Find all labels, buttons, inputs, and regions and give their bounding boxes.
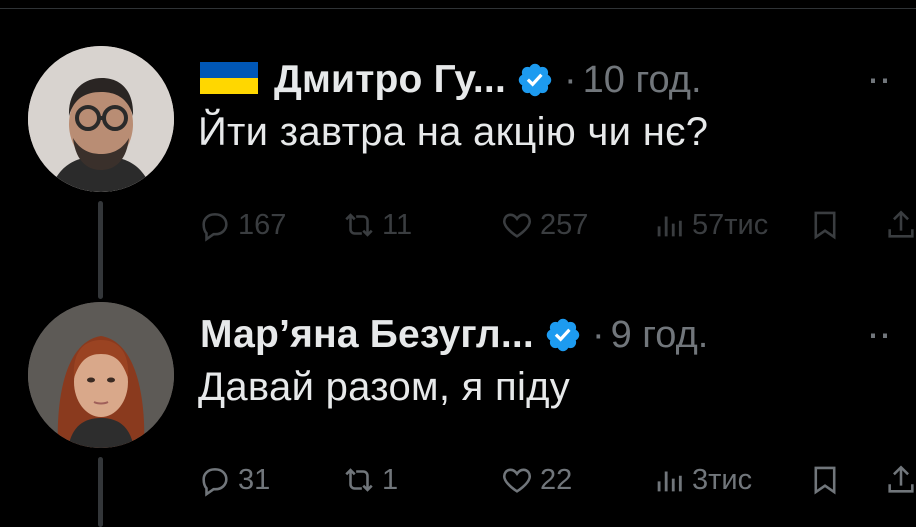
top-divider — [0, 8, 916, 9]
header-separator: · — [563, 58, 577, 101]
reply-button[interactable]: 31 — [198, 455, 270, 505]
more-icon[interactable]: ·· — [866, 54, 916, 106]
tweet[interactable]: Мар’яна Безугл... · 9 год. ·· Давай разо… — [0, 265, 916, 527]
retweet-button[interactable]: 1 — [342, 455, 398, 505]
avatar-image-man — [28, 46, 174, 192]
avatar[interactable] — [28, 46, 174, 192]
reply-icon — [202, 468, 228, 497]
more-icon[interactable]: ·· — [866, 309, 916, 361]
author-name[interactable]: Мар’яна Безугл... — [200, 313, 534, 357]
tweet-header: Мар’яна Безугл... · 9 год. — [200, 309, 708, 361]
retweet-count: 1 — [382, 463, 399, 496]
tweet-text: Давай разом, я піду — [198, 365, 571, 409]
views-icon — [657, 471, 682, 492]
bookmark-button[interactable] — [808, 455, 842, 505]
tweet-text: Йти завтра на акцію чи нє? — [198, 110, 709, 154]
views-count: 57тис — [692, 208, 769, 241]
reply-button[interactable]: 167 — [198, 200, 286, 250]
reply-count: 31 — [238, 463, 271, 496]
like-count: 257 — [540, 208, 589, 241]
ukraine-flag-icon — [200, 62, 258, 94]
bookmark-icon — [814, 211, 836, 240]
views-button[interactable]: 3тис — [652, 455, 752, 505]
bookmark-icon — [814, 466, 836, 495]
retweet-icon — [345, 213, 373, 237]
like-icon — [503, 213, 531, 238]
tweet-time[interactable]: 9 год. — [611, 314, 709, 357]
reply-icon — [202, 213, 228, 242]
like-button[interactable]: 257 — [500, 200, 588, 250]
verified-badge-icon — [546, 318, 580, 352]
share-button[interactable] — [884, 200, 916, 250]
tweet-time[interactable]: 10 год. — [583, 59, 702, 102]
like-count: 22 — [540, 463, 573, 496]
tweet[interactable]: Дмитро Гу... · 10 год. ·· Йти завтра на … — [0, 10, 916, 299]
share-button[interactable] — [884, 455, 916, 505]
verified-badge-icon — [518, 63, 552, 97]
action-bar: 167 11 257 57тис — [0, 200, 916, 250]
retweet-icon — [345, 468, 373, 492]
avatar[interactable] — [28, 302, 174, 448]
header-separator: · — [591, 313, 605, 356]
views-icon — [657, 216, 682, 237]
like-button[interactable]: 22 — [500, 455, 572, 505]
tweet-header: Дмитро Гу... · 10 год. — [200, 54, 702, 106]
author-name[interactable]: Дмитро Гу... — [274, 58, 506, 102]
action-bar: 31 1 22 3тис — [0, 455, 916, 505]
share-icon — [888, 465, 914, 493]
reply-count: 167 — [238, 208, 287, 241]
avatar-image-woman — [28, 302, 174, 448]
like-icon — [503, 468, 531, 493]
views-button[interactable]: 57тис — [652, 200, 768, 250]
bookmark-button[interactable] — [808, 200, 842, 250]
share-icon — [888, 210, 914, 238]
retweet-count: 11 — [382, 208, 413, 241]
views-count: 3тис — [692, 463, 753, 496]
retweet-button[interactable]: 11 — [342, 200, 412, 250]
